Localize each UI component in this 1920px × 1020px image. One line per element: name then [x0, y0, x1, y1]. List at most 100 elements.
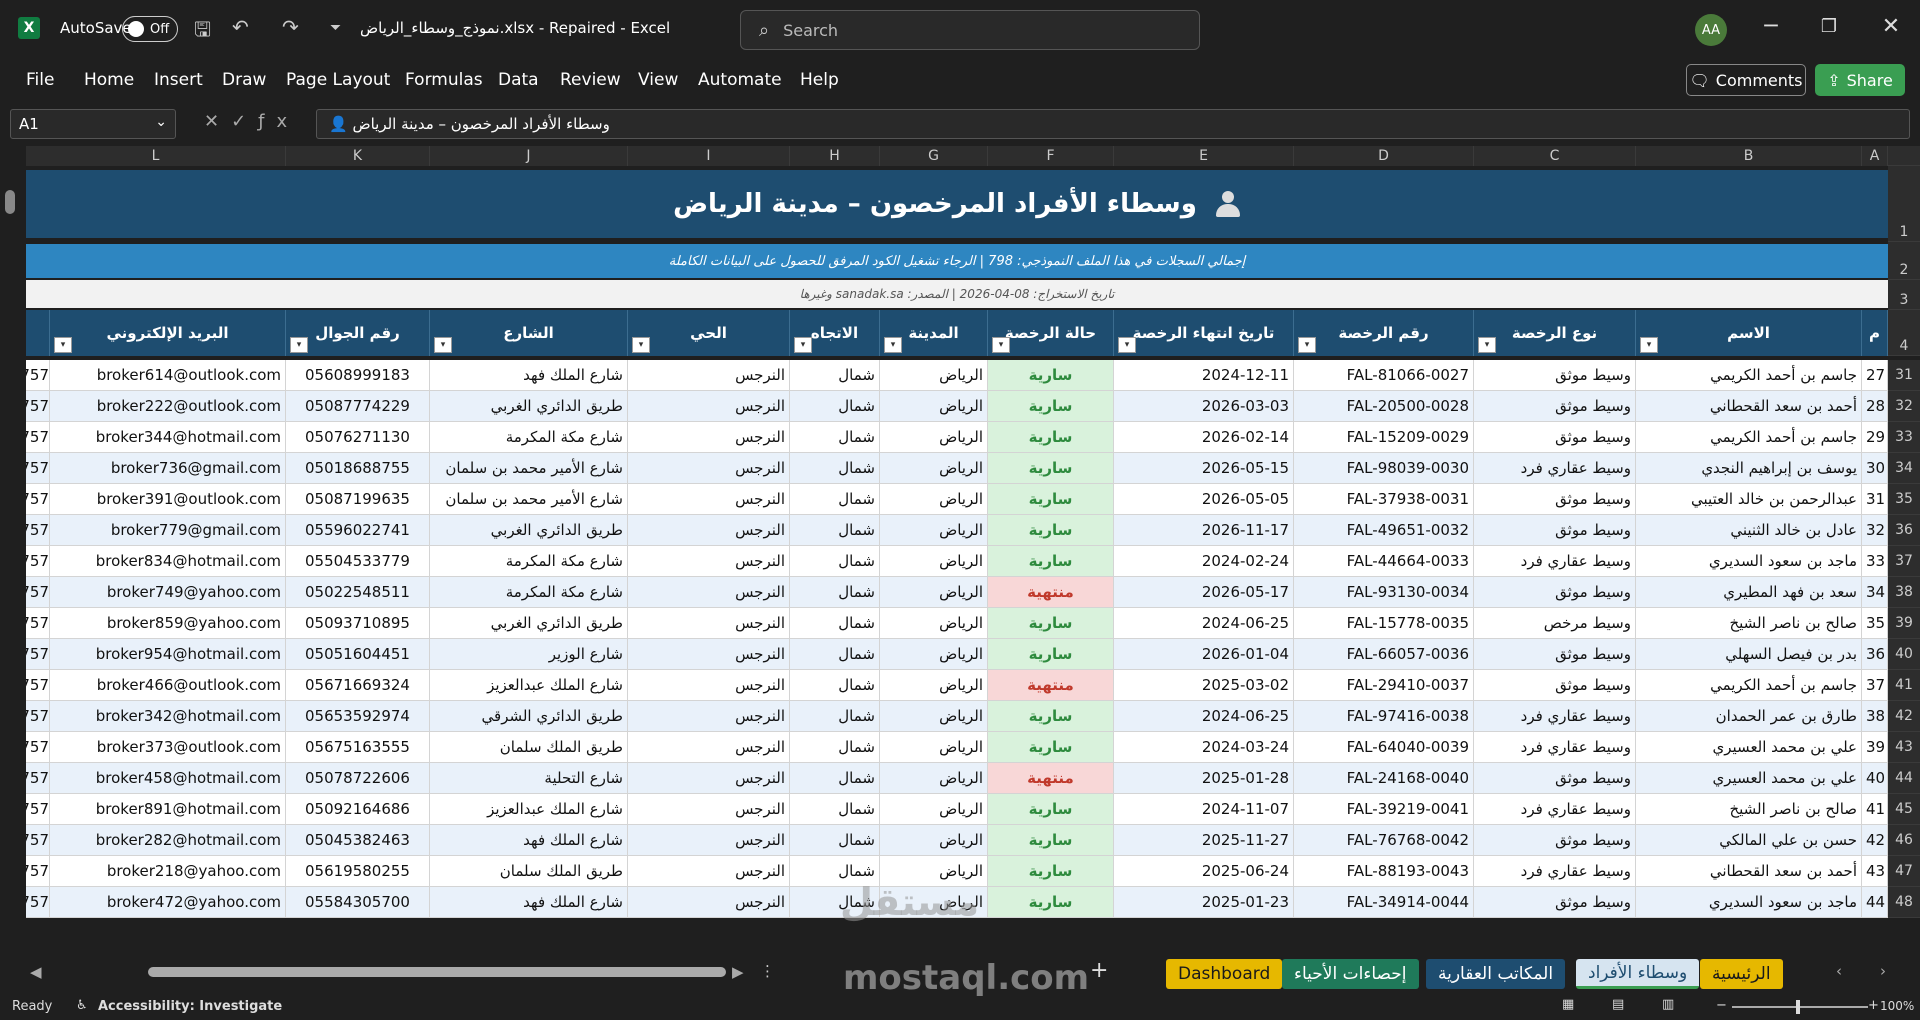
menu-review[interactable]: Review — [560, 70, 621, 90]
table-cell-exp[interactable]: 2025-06-24 — [1114, 856, 1294, 887]
share-button[interactable]: ⇪ Share — [1815, 64, 1905, 96]
table-cell-street[interactable]: طريق الدائري الغربي — [430, 391, 628, 422]
table-cell-email[interactable]: broker282@hotmail.com — [50, 825, 286, 856]
table-cell-n[interactable]: 35 — [1862, 608, 1888, 639]
table-cell-status[interactable]: سارية — [988, 515, 1114, 546]
table-cell-name[interactable]: جاسم بن أحمد الكريمي — [1636, 422, 1862, 453]
table-cell-city[interactable]: الرياض — [880, 608, 988, 639]
table-cell-street[interactable]: طريق الدائري الغربي — [430, 515, 628, 546]
table-cell-name[interactable]: أحمد بن سعد القحطاني — [1636, 856, 1862, 887]
row-number[interactable]: 33 — [1888, 422, 1920, 453]
save-icon[interactable]: 🖫 — [194, 15, 211, 49]
table-cell-city[interactable]: الرياض — [880, 484, 988, 515]
table-cell[interactable]: 757 — [26, 577, 50, 608]
table-cell-dist[interactable]: النرجس — [628, 732, 790, 763]
table-cell-dir[interactable]: شمال — [790, 794, 880, 825]
table-cell-n[interactable]: 29 — [1862, 422, 1888, 453]
table-cell-name[interactable]: سعد بن فهد المطيري — [1636, 577, 1862, 608]
select-all-corner[interactable] — [1888, 146, 1920, 166]
table-cell-type[interactable]: وسيط موثق — [1474, 360, 1636, 391]
table-cell-n[interactable]: 31 — [1862, 484, 1888, 515]
table-cell-phone[interactable]: 05671669324 — [286, 670, 430, 701]
name-box[interactable]: A1 ⌄ — [10, 109, 176, 139]
table-cell-phone[interactable]: 05608999183 — [286, 360, 430, 391]
table-cell-dist[interactable]: النرجس — [628, 360, 790, 391]
table-cell-dir[interactable]: شمال — [790, 639, 880, 670]
table-cell-dist[interactable]: النرجس — [628, 515, 790, 546]
table-cell-type[interactable]: وسيط عقاري فرد — [1474, 856, 1636, 887]
zoom-slider[interactable] — [1732, 1006, 1868, 1008]
table-cell-exp[interactable]: 2026-02-14 — [1114, 422, 1294, 453]
filter-dropdown-icon[interactable]: ▾ — [1640, 337, 1658, 353]
row-number[interactable]: 4 — [1888, 310, 1920, 356]
horizontal-scroll-thumb[interactable] — [148, 967, 726, 977]
table-cell-street[interactable]: شارع مكة المكرمة — [430, 577, 628, 608]
table-cell-lic[interactable]: FAL-49651-0032 — [1294, 515, 1474, 546]
normal-view-icon[interactable]: ▦ — [1562, 997, 1574, 1012]
table-cell-name[interactable]: ماجد بن سعود السديري — [1636, 887, 1862, 918]
row-number[interactable]: 43 — [1888, 732, 1920, 763]
autosave-toggle[interactable]: Off — [122, 16, 178, 42]
table-cell-lic[interactable]: FAL-29410-0037 — [1294, 670, 1474, 701]
table-cell-n[interactable]: 34 — [1862, 577, 1888, 608]
zoom-level[interactable]: 100% — [1880, 999, 1914, 1013]
row-number[interactable]: 31 — [1888, 360, 1920, 391]
table-cell-dist[interactable]: النرجس — [628, 856, 790, 887]
row-number[interactable]: 35 — [1888, 484, 1920, 515]
table-cell-status[interactable]: سارية — [988, 453, 1114, 484]
filter-dropdown-icon[interactable]: ▾ — [794, 337, 812, 353]
row-number[interactable]: 32 — [1888, 391, 1920, 422]
table-cell-exp[interactable]: 2026-01-04 — [1114, 639, 1294, 670]
table-cell-phone[interactable]: 05093710895 — [286, 608, 430, 639]
table-cell-street[interactable]: شارع الملك فهد — [430, 887, 628, 918]
filter-dropdown-icon[interactable]: ▾ — [632, 337, 650, 353]
table-cell-type[interactable]: وسيط موثق — [1474, 515, 1636, 546]
menu-page-layout[interactable]: Page Layout — [286, 70, 390, 90]
row-number[interactable]: 47 — [1888, 856, 1920, 887]
table-cell-exp[interactable]: 2025-03-02 — [1114, 670, 1294, 701]
tab-home[interactable]: الرئيسية — [1700, 959, 1783, 989]
table-cell[interactable]: 757 — [26, 360, 50, 391]
comments-button[interactable]: 🗨 Comments — [1686, 64, 1806, 96]
table-cell-status[interactable]: سارية — [988, 639, 1114, 670]
table-cell-name[interactable]: علي بن محمد العسيري — [1636, 732, 1862, 763]
table-cell-name[interactable]: حسن بن علي المالكي — [1636, 825, 1862, 856]
table-cell-n[interactable]: 36 — [1862, 639, 1888, 670]
table-cell-exp[interactable]: 2026-11-17 — [1114, 515, 1294, 546]
worksheet[interactable]: LKJIHGFEDCBA وسطاء الأفراد المرخصون – مد… — [0, 146, 1920, 954]
table-cell-phone[interactable]: 05022548511 — [286, 577, 430, 608]
table-cell-dir[interactable]: شمال — [790, 608, 880, 639]
table-cell-name[interactable]: بدر بن فيصل السهلي — [1636, 639, 1862, 670]
table-cell-dir[interactable]: شمال — [790, 453, 880, 484]
table-cell-n[interactable]: 39 — [1862, 732, 1888, 763]
tab-scroll-right-icon[interactable]: › — [1880, 962, 1886, 980]
table-cell-n[interactable]: 43 — [1862, 856, 1888, 887]
table-cell-exp[interactable]: 2026-05-17 — [1114, 577, 1294, 608]
row-number[interactable]: 41 — [1888, 670, 1920, 701]
table-cell-phone[interactable]: 05584305700 — [286, 887, 430, 918]
filter-dropdown-icon[interactable]: ▾ — [1298, 337, 1316, 353]
row-number[interactable]: 48 — [1888, 887, 1920, 918]
table-cell[interactable]: 757 — [26, 794, 50, 825]
row-number[interactable]: 34 — [1888, 453, 1920, 484]
table-cell-exp[interactable]: 2024-11-07 — [1114, 794, 1294, 825]
table-cell-street[interactable]: طريق الدائري الغربي — [430, 608, 628, 639]
zoom-in-icon[interactable]: + — [1868, 998, 1879, 1013]
tab-scroll-left-icon[interactable]: ‹ — [1836, 962, 1842, 980]
table-cell[interactable]: 757 — [26, 825, 50, 856]
table-cell-status[interactable]: منتهية — [988, 670, 1114, 701]
table-cell-status[interactable]: سارية — [988, 856, 1114, 887]
table-cell-name[interactable]: طارق بن عمر الحمدان — [1636, 701, 1862, 732]
table-cell-lic[interactable]: FAL-88193-0043 — [1294, 856, 1474, 887]
table-cell-dir[interactable]: شمال — [790, 577, 880, 608]
page-layout-view-icon[interactable]: ▤ — [1612, 997, 1624, 1012]
row-number[interactable]: 38 — [1888, 577, 1920, 608]
table-cell-lic[interactable]: FAL-64040-0039 — [1294, 732, 1474, 763]
table-cell-dist[interactable]: النرجس — [628, 701, 790, 732]
table-cell-dist[interactable]: النرجس — [628, 484, 790, 515]
row-number[interactable]: 1 — [1888, 166, 1920, 242]
column-header-I[interactable]: I — [628, 146, 790, 166]
table-cell-type[interactable]: وسيط موثق — [1474, 887, 1636, 918]
table-cell-phone[interactable]: 05092164686 — [286, 794, 430, 825]
table-cell-type[interactable]: وسيط موثق — [1474, 391, 1636, 422]
